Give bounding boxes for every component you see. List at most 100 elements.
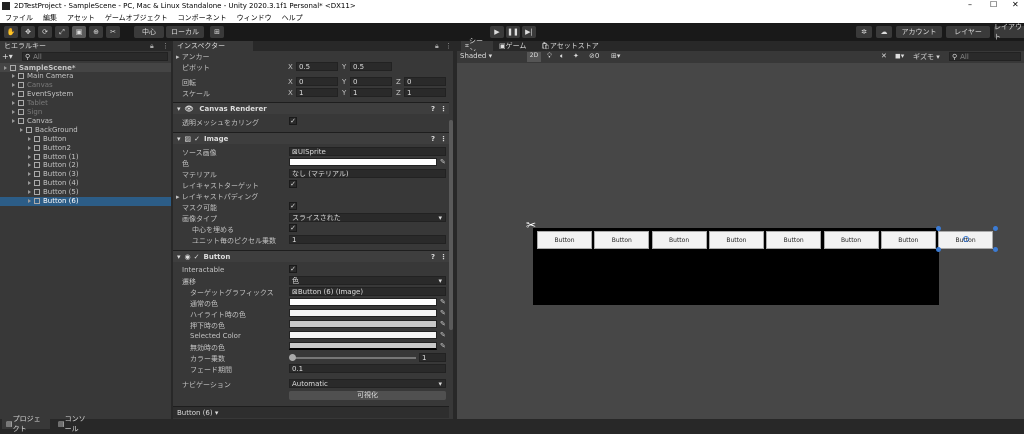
- space-toggle-button[interactable]: ローカル: [166, 26, 204, 38]
- multiplier-field[interactable]: 1: [419, 353, 446, 362]
- interactable-checkbox[interactable]: ✓: [289, 265, 297, 273]
- menu-assets[interactable]: アセット: [67, 13, 95, 23]
- scene-ui-button[interactable]: Button: [708, 231, 764, 249]
- disabled-color-field[interactable]: [289, 342, 437, 350]
- source-image-field[interactable]: ⊠ UISprite: [289, 147, 446, 156]
- foldout-arrow-icon[interactable]: [28, 172, 31, 177]
- grid-snap-icon[interactable]: ⊞: [210, 26, 224, 38]
- hierarchy-item[interactable]: Canvas: [0, 81, 171, 90]
- image-color-field[interactable]: [289, 158, 437, 166]
- effects-icon[interactable]: ✦: [573, 52, 579, 60]
- fill-center-checkbox[interactable]: ✓: [289, 224, 297, 232]
- hierarchy-item[interactable]: Button (6): [0, 196, 171, 206]
- scene-ui-button[interactable]: Button: [766, 231, 822, 249]
- highlight-color-field[interactable]: [289, 309, 437, 317]
- maximize-icon[interactable]: ☐: [990, 0, 997, 9]
- foldout-arrow-icon[interactable]: [12, 110, 15, 114]
- ppu-field[interactable]: 1: [289, 235, 446, 244]
- canvas-renderer-header[interactable]: ▾ 👁︎ Canvas Renderer ? ⋮: [173, 102, 449, 114]
- foldout-arrow-icon[interactable]: [12, 92, 15, 97]
- game-tab[interactable]: ▣ ゲーム: [495, 41, 531, 51]
- image-header[interactable]: ▾ ▨ ✓ Image ? ⋮: [173, 132, 449, 144]
- hierarchy-item[interactable]: Button (5): [0, 188, 171, 197]
- transform-tool-icon[interactable]: ⊕: [89, 26, 103, 38]
- pivot-handle-icon[interactable]: [963, 236, 969, 242]
- inspector-menu-icon[interactable]: ⋮: [445, 42, 452, 50]
- pivot-y-field[interactable]: 0.5: [350, 62, 392, 71]
- foldout-arrow-icon[interactable]: [28, 145, 31, 150]
- move-tool-icon[interactable]: ✥: [21, 26, 35, 38]
- pivot-toggle-button[interactable]: 中心: [134, 26, 164, 38]
- handle-top-right[interactable]: [993, 226, 998, 231]
- button-help-icon[interactable]: ?: [431, 253, 435, 261]
- selected-eyedropper-icon[interactable]: ✎: [440, 331, 446, 339]
- shading-dropdown[interactable]: Shaded ▾: [460, 52, 522, 62]
- project-tab[interactable]: ▤ プロジェクト: [2, 415, 50, 433]
- image-menu-icon[interactable]: ⋮: [440, 135, 447, 143]
- pressed-color-field[interactable]: [289, 320, 437, 328]
- hierarchy-search-input[interactable]: ⚲ All: [22, 52, 168, 61]
- menu-window[interactable]: ウィンドウ: [237, 13, 272, 23]
- menu-help[interactable]: ヘルプ: [282, 13, 303, 23]
- multiplier-slider-thumb[interactable]: [289, 354, 296, 361]
- pivot-x-field[interactable]: 0.5: [296, 62, 338, 71]
- foldout-arrow-icon[interactable]: [28, 163, 31, 168]
- foldout-arrow-icon[interactable]: [28, 136, 31, 141]
- fade-duration-field[interactable]: 0.1: [289, 364, 446, 373]
- hierarchy-item[interactable]: Main Camera: [0, 72, 171, 81]
- foldout-arrow-icon[interactable]: [12, 101, 15, 106]
- hierarchy-item[interactable]: Button (1): [0, 152, 171, 161]
- disabled-eyedropper-icon[interactable]: ✎: [440, 342, 446, 350]
- scene-ui-button[interactable]: Button: [823, 231, 879, 249]
- asset-store-tab[interactable]: 🛍︎ アセットストア: [537, 41, 603, 51]
- handle-top-left[interactable]: [936, 226, 941, 231]
- transition-dropdown[interactable]: 色 ▾: [289, 276, 446, 285]
- foldout-arrow-icon[interactable]: [4, 65, 7, 70]
- navigation-dropdown[interactable]: Automatic ▾: [289, 379, 446, 388]
- scene-ui-button[interactable]: Button: [537, 231, 592, 249]
- grid-icon[interactable]: ⊞▾: [611, 52, 620, 60]
- layout-dropdown[interactable]: レイアウト: [994, 23, 1024, 41]
- foldout-arrow-icon[interactable]: [20, 127, 23, 132]
- eyedropper-icon[interactable]: ✎: [440, 158, 446, 166]
- cull-checkbox[interactable]: ✓: [289, 117, 297, 125]
- rotation-x-field[interactable]: 0: [296, 77, 338, 86]
- hierarchy-item[interactable]: Button (3): [0, 170, 171, 179]
- raycast-checkbox[interactable]: ✓: [289, 180, 297, 188]
- audio-icon[interactable]: 🔈︎: [560, 52, 564, 61]
- image-help-icon[interactable]: ?: [431, 135, 435, 143]
- hierarchy-item[interactable]: Tablet: [0, 99, 171, 108]
- foldout-arrow-icon[interactable]: [28, 154, 31, 159]
- scale-tool-icon[interactable]: ⤢: [55, 26, 69, 38]
- cloud-icon[interactable]: ☁: [876, 26, 892, 38]
- create-button[interactable]: +▾: [2, 52, 20, 61]
- collab-icon[interactable]: ✲: [856, 26, 872, 38]
- visualize-button[interactable]: 可視化: [289, 391, 446, 400]
- scale-z-field[interactable]: 1: [404, 88, 446, 97]
- account-dropdown[interactable]: アカウント: [896, 26, 942, 38]
- canvas-renderer-menu-icon[interactable]: ⋮: [440, 105, 447, 113]
- rotation-y-field[interactable]: 0: [350, 77, 392, 86]
- custom-tool-icon[interactable]: ✂: [106, 26, 120, 38]
- button-menu-icon[interactable]: ⋮: [440, 253, 447, 261]
- inspector-lock-icon[interactable]: 🔒︎: [435, 42, 439, 51]
- pause-button[interactable]: ❚❚: [506, 26, 520, 38]
- close-icon[interactable]: ✕: [1012, 0, 1019, 9]
- hand-tool-icon[interactable]: ✋: [4, 26, 18, 38]
- console-tab[interactable]: ▤ コンソール: [54, 415, 96, 433]
- scene-search-input[interactable]: ⚲ All: [949, 52, 1021, 61]
- pressed-eyedropper-icon[interactable]: ✎: [440, 320, 446, 328]
- layers-dropdown[interactable]: レイヤー: [946, 26, 990, 38]
- menu-file[interactable]: ファイル: [5, 13, 33, 23]
- scene-ui-button[interactable]: Button: [651, 231, 707, 249]
- camera-icon[interactable]: ◼▾: [895, 52, 904, 60]
- multiplier-slider-track[interactable]: [291, 357, 416, 359]
- scale-x-field[interactable]: 1: [296, 88, 338, 97]
- canvas-renderer-help-icon[interactable]: ?: [431, 105, 435, 113]
- hierarchy-item[interactable]: Button (4): [0, 179, 171, 188]
- maskable-checkbox[interactable]: ✓: [289, 202, 297, 210]
- foldout-arrow-icon[interactable]: [28, 190, 31, 195]
- hierarchy-item[interactable]: Sign: [0, 108, 171, 117]
- menu-gameobject[interactable]: ゲームオブジェクト: [105, 13, 168, 23]
- hierarchy-item[interactable]: SampleScene*: [0, 63, 171, 72]
